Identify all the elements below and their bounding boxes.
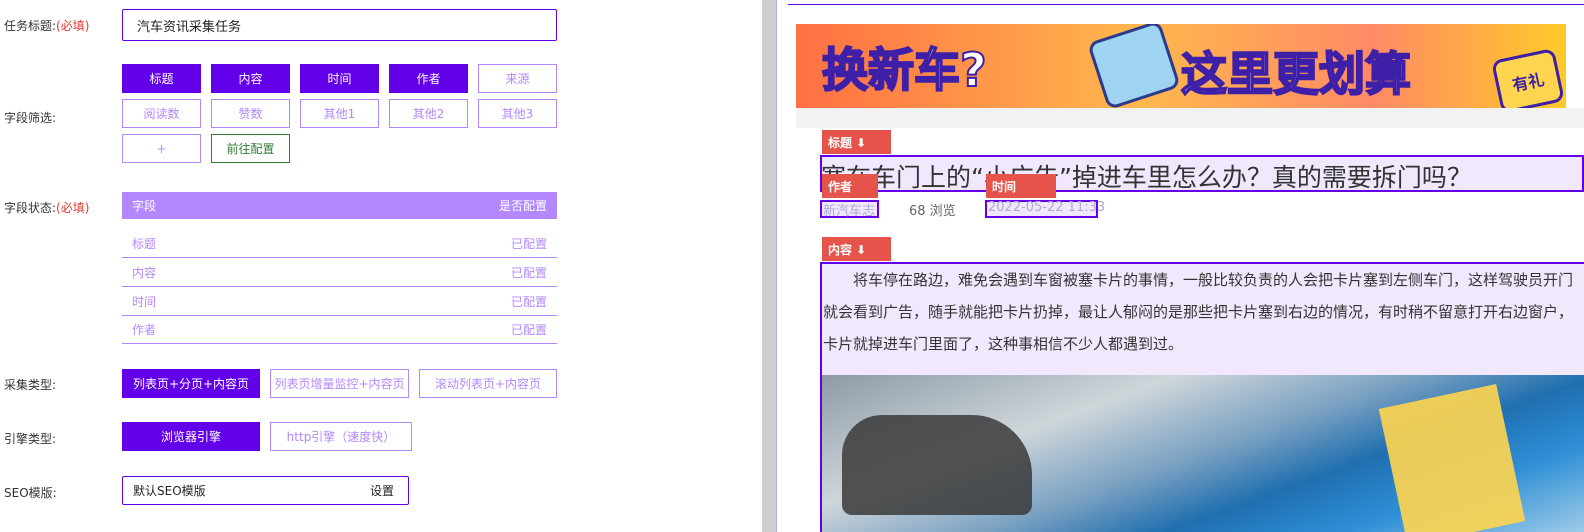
field-chip-other3[interactable]: 其他3 bbox=[478, 99, 557, 128]
field-chip-content[interactable]: 内容 bbox=[211, 64, 290, 93]
collect-type-incremental[interactable]: 列表页增量监控+内容页 bbox=[270, 369, 409, 398]
ad-card-shape bbox=[1378, 384, 1526, 532]
field-chip-author[interactable]: 作者 bbox=[389, 64, 468, 93]
task-title-input[interactable]: 汽车资讯采集任务 bbox=[122, 9, 557, 41]
task-title-value: 汽车资讯采集任务 bbox=[137, 19, 242, 35]
task-config-form: 任务标题:(必填) 汽车资讯采集任务 字段筛选: 标题 内容 时间 作者 来源 … bbox=[0, 0, 762, 532]
preview-top-border bbox=[788, 4, 1584, 5]
field-chip-time[interactable]: 时间 bbox=[300, 64, 379, 93]
row-field: 内容 bbox=[132, 266, 157, 280]
status-table-header: 字段 是否配置 bbox=[122, 192, 557, 219]
table-row: 内容 已配置 bbox=[122, 259, 557, 287]
field-chip-source[interactable]: 来源 bbox=[478, 64, 557, 93]
seo-settings-button[interactable]: 设置 bbox=[370, 482, 394, 499]
collect-type-list-paging[interactable]: 列表页+分页+内容页 bbox=[122, 369, 260, 398]
row-field: 作者 bbox=[132, 323, 157, 337]
row-status: 已配置 bbox=[510, 323, 547, 337]
tag-title: 标题 ⬇ bbox=[822, 130, 891, 154]
header-configured: 是否配置 bbox=[498, 199, 547, 213]
phone-icon bbox=[1087, 24, 1181, 108]
field-status-label: 字段状态:(必填) bbox=[4, 201, 90, 215]
page-preview: 换新车? 这里更划算 有礼 标题 ⬇ 塞在车门上的“小广告”掉进车里怎么办？真的… bbox=[777, 0, 1584, 532]
task-title-label: 任务标题:(必填) bbox=[4, 19, 90, 33]
row-status: 已配置 bbox=[510, 237, 547, 251]
table-row: 时间 已配置 bbox=[122, 288, 557, 316]
banner-text-right: 这里更划算 bbox=[1180, 46, 1412, 102]
car-shape bbox=[842, 415, 1032, 515]
article-author: 新汽车志 bbox=[823, 204, 876, 219]
collect-type-label: 采集类型: bbox=[4, 378, 57, 392]
seo-template-value: 默认SEO模版 bbox=[133, 484, 206, 498]
banner-text-left: 换新车? bbox=[821, 42, 988, 98]
engine-http[interactable]: http引擎（速度快） bbox=[270, 422, 412, 451]
engine-type-label: 引擎类型: bbox=[4, 432, 57, 446]
field-chip-other1[interactable]: 其他1 bbox=[300, 99, 379, 128]
add-field-button[interactable]: + bbox=[122, 134, 201, 163]
field-chip-title[interactable]: 标题 bbox=[122, 64, 201, 93]
article-body: 将车停在路边，难免会遇到车窗被塞卡片的事情，一般比较负责的人会把卡片塞到左侧车门… bbox=[823, 271, 1574, 353]
seo-template-select[interactable]: 默认SEO模版 设置 bbox=[122, 476, 409, 505]
article-views: 68 浏览 bbox=[909, 204, 956, 219]
goto-config-button[interactable]: 前往配置 bbox=[211, 134, 290, 163]
header-field: 字段 bbox=[132, 199, 157, 213]
row-status: 已配置 bbox=[510, 295, 547, 309]
table-row: 标题 已配置 bbox=[122, 230, 557, 258]
row-field: 时间 bbox=[132, 295, 157, 309]
tag-time: 时间 bbox=[986, 174, 1056, 198]
banner-spacer bbox=[796, 108, 1584, 128]
table-row: 作者 已配置 bbox=[122, 316, 557, 344]
gift-badge: 有礼 bbox=[1491, 47, 1565, 108]
article-photo bbox=[822, 375, 1584, 532]
field-filter-label: 字段筛选: bbox=[4, 111, 57, 125]
tag-author: 作者 bbox=[822, 174, 878, 198]
article-time: 2022-05-22 11:33 bbox=[988, 200, 1106, 215]
row-field: 标题 bbox=[132, 237, 157, 251]
collect-type-scroll[interactable]: 滚动列表页+内容页 bbox=[419, 369, 557, 398]
seo-template-label: SEO模版: bbox=[4, 486, 57, 500]
row-status: 已配置 bbox=[510, 266, 547, 280]
engine-browser[interactable]: 浏览器引擎 bbox=[122, 422, 260, 451]
field-chip-reads[interactable]: 阅读数 bbox=[122, 99, 201, 128]
ad-banner: 换新车? 这里更划算 有礼 bbox=[796, 24, 1566, 108]
field-chip-likes[interactable]: 赞数 bbox=[211, 99, 290, 128]
article-title: 塞在车门上的“小广告”掉进车里怎么办？真的需要拆门吗？ bbox=[821, 163, 1472, 192]
panel-divider[interactable] bbox=[762, 0, 777, 532]
tag-content: 内容 ⬇ bbox=[822, 237, 891, 261]
field-chip-other2[interactable]: 其他2 bbox=[389, 99, 468, 128]
